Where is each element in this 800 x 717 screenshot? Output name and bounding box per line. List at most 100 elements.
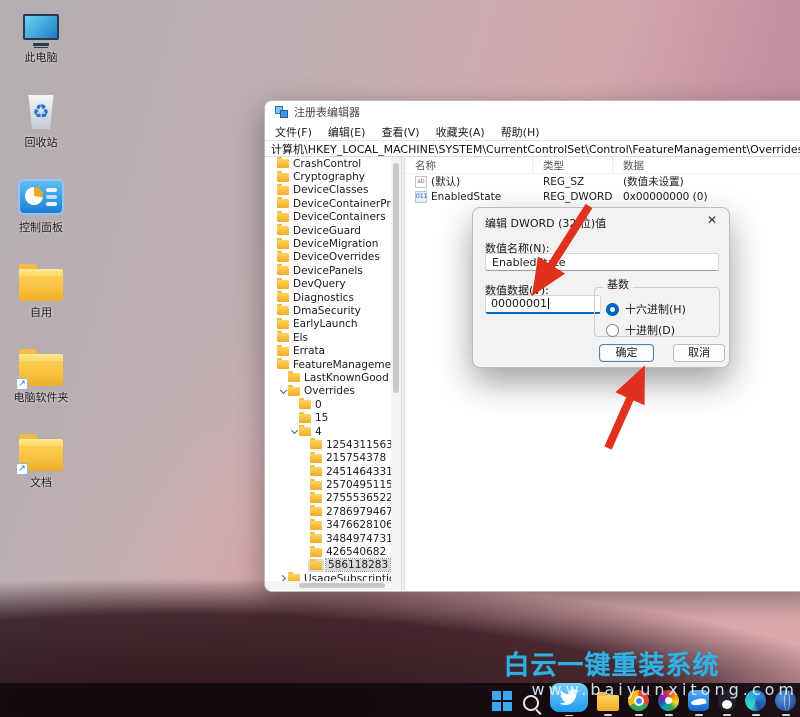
menu-item-4[interactable]: 帮助(H) [501, 124, 540, 140]
column-header-0[interactable]: 名称 [405, 157, 533, 173]
tree-item[interactable]: LastKnownGood [265, 371, 391, 384]
tree-item[interactable]: 1254311563 [265, 438, 391, 451]
tree-item[interactable]: 215754378 [265, 452, 391, 465]
taskbar-file-explorer-button[interactable] [597, 683, 619, 717]
list-header[interactable]: 名称类型数据 [405, 157, 800, 174]
tree-item[interactable]: 3484974731 [265, 532, 391, 545]
radio-selected-icon[interactable] [606, 303, 619, 316]
value-name-text: EnabledState [431, 191, 501, 203]
value-row[interactable]: ab(默认)REG_SZ(数值未设置) [405, 174, 800, 189]
menu-item-2[interactable]: 查看(V) [381, 124, 419, 140]
tree-item[interactable]: DmaSecurity [265, 304, 391, 317]
radio-decimal[interactable]: 十进制(D) [606, 322, 675, 338]
tree-item[interactable]: DeviceContainerPropertyUpda [265, 197, 391, 210]
chevron-spacer [268, 360, 277, 369]
tree-item[interactable]: DevicePanels [265, 264, 391, 277]
tree-horizontal-scrollbar[interactable] [265, 581, 391, 590]
desktop-icon-folder[interactable]: ↗文档 [2, 431, 80, 516]
pie-glyph [25, 187, 43, 205]
value-data-cell: 0x00000000 (0) [613, 191, 800, 203]
taskbar-start-button[interactable] [492, 683, 512, 717]
tree-item[interactable]: 426540682 [265, 545, 391, 558]
registry-address-bar[interactable]: 计算机\HKEY_LOCAL_MACHINE\SYSTEM\CurrentCon… [265, 140, 800, 157]
tree-item[interactable]: DeviceContainers [265, 211, 391, 224]
taskbar-twitter-button[interactable] [550, 683, 588, 717]
taskbar-chrome-button[interactable] [628, 683, 649, 717]
tree-item[interactable]: 0 [265, 398, 391, 411]
taskbar-globe-browser-button[interactable] [775, 683, 796, 717]
tree-item-label: DeviceContainers [293, 211, 386, 223]
radio-hexadecimal[interactable]: 十六进制(H) [606, 301, 686, 317]
chevron-down-icon[interactable] [290, 427, 299, 436]
column-header-1[interactable]: 类型 [533, 157, 613, 173]
chevron-spacer [279, 373, 288, 382]
regedit-titlebar[interactable]: 注册表编辑器 [265, 101, 800, 123]
menu-bar: 文件(F) 编辑(E) 查看(V) 收藏夹(A) 帮助(H) [265, 123, 800, 140]
value-data-cell: (数值未设置) [613, 174, 800, 189]
taskbar-search-button[interactable] [521, 683, 541, 717]
value-row[interactable]: 011EnabledStateREG_DWORD0x00000000 (0) [405, 189, 800, 204]
taskbar-edge-button[interactable] [745, 683, 766, 717]
vscroll-thumb[interactable] [393, 163, 399, 393]
column-header-2[interactable]: 数据 [613, 157, 800, 173]
tree-item[interactable]: DeviceClasses [265, 184, 391, 197]
cancel-button[interactable]: 取消 [673, 344, 725, 362]
taskbar-color-wheel-button[interactable] [658, 683, 679, 717]
menu-item-3[interactable]: 收藏夹(A) [436, 124, 485, 140]
chevron-down-icon[interactable] [279, 387, 288, 396]
taskbar-qq-button[interactable] [718, 683, 736, 717]
close-icon[interactable]: ✕ [707, 213, 717, 227]
toggle-glyph [46, 188, 57, 192]
tree-item[interactable]: 4 [265, 425, 391, 438]
desktop-icon-folder[interactable]: ↗电脑软件夹 [2, 346, 80, 431]
tree-item[interactable]: Diagnostics [265, 291, 391, 304]
radio-unselected-icon[interactable] [606, 324, 619, 337]
tree-item-label: Overrides [304, 385, 355, 397]
taskbar-tim-button[interactable] [688, 683, 709, 717]
folder-icon: ↗ [18, 431, 64, 473]
tree-item[interactable]: Els [265, 331, 391, 344]
tree-item-label: FeatureManagement [293, 359, 391, 371]
tree-item[interactable]: CrashControl [265, 157, 391, 170]
tree-item[interactable]: DeviceOverrides [265, 251, 391, 264]
tree-item[interactable]: 586118283 [265, 559, 391, 572]
tree-item-label: DeviceGuard [293, 225, 361, 237]
tree-item[interactable]: DeviceMigration [265, 237, 391, 250]
tree-item[interactable]: Cryptography [265, 170, 391, 183]
running-indicator [635, 714, 643, 716]
recycle-bin-icon: ♻ [18, 91, 64, 133]
menu-item-1[interactable]: 编辑(E) [328, 124, 366, 140]
desktop-icon-recycle-bin[interactable]: ♻回收站 [2, 91, 80, 176]
value-name-field[interactable]: EnabledState [485, 253, 719, 271]
desktop-icon-this-pc[interactable]: 此电脑 [2, 6, 80, 91]
start-square [492, 702, 501, 711]
tree-item[interactable]: 2755536522 [265, 492, 391, 505]
tree-item-label: 0 [315, 399, 322, 411]
tree-item[interactable]: 3476628106 [265, 519, 391, 532]
file-explorer-icon [597, 695, 619, 711]
chevron-spacer [301, 440, 310, 449]
menu-item-0[interactable]: 文件(F) [275, 124, 312, 140]
value-data-input[interactable]: 00000001 [485, 295, 601, 314]
tree-item[interactable]: 2570495115 [265, 478, 391, 491]
running-indicator [723, 714, 731, 716]
tree-item[interactable]: FeatureManagement [265, 358, 391, 371]
tree-item[interactable]: 2786979467 [265, 505, 391, 518]
tree-item[interactable]: Overrides [265, 385, 391, 398]
chevron-spacer [268, 226, 277, 235]
tree-item[interactable]: Errata [265, 344, 391, 357]
tree-item[interactable]: EarlyLaunch [265, 318, 391, 331]
tree-item[interactable]: 2451464331 [265, 465, 391, 478]
tree-item-label: 2755536522 [326, 492, 391, 504]
tree-vertical-scrollbar[interactable] [391, 157, 401, 590]
regedit-app-icon [275, 106, 288, 119]
desktop-icon-control-panel[interactable]: 控制面板 [2, 176, 80, 261]
tree-item-label: DeviceContainerPropertyUpda [293, 198, 391, 210]
tree-item[interactable]: DeviceGuard [265, 224, 391, 237]
tree-item[interactable]: 15 [265, 411, 391, 424]
ok-button[interactable]: 确定 [599, 344, 654, 362]
hscroll-thumb[interactable] [299, 583, 385, 588]
search-icon [523, 695, 539, 711]
desktop-icon-folder[interactable]: 自用 [2, 261, 80, 346]
tree-item[interactable]: DevQuery [265, 278, 391, 291]
